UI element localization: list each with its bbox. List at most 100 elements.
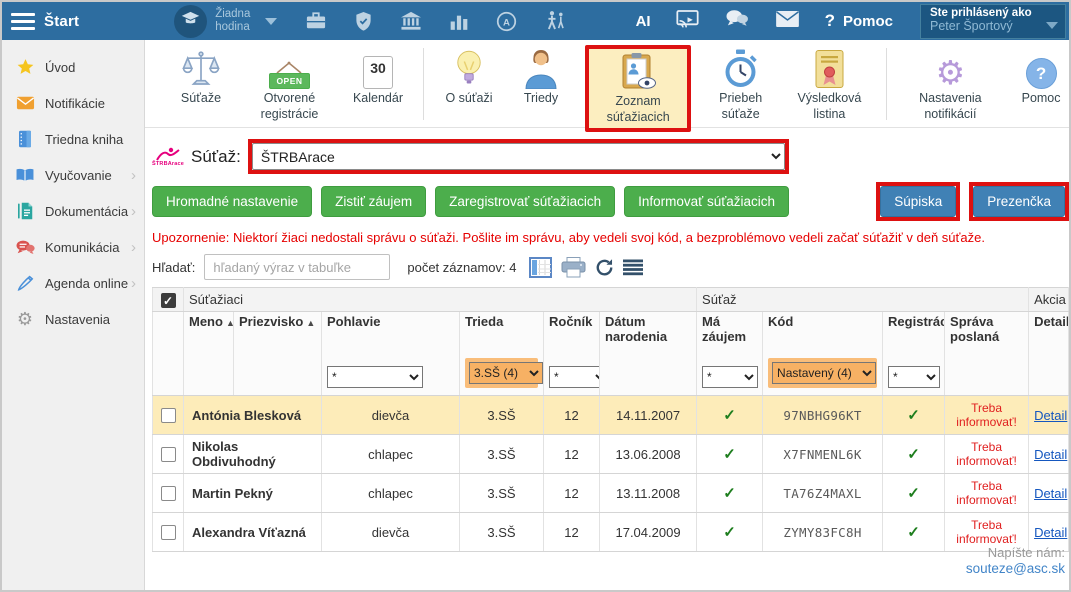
column-header-pohlavie[interactable]: Pohlavie * bbox=[322, 312, 460, 396]
chevron-down-icon[interactable] bbox=[265, 18, 277, 25]
filter-rocnik[interactable]: * bbox=[549, 366, 600, 388]
column-header-ma-zaujem[interactable]: Má záujem * bbox=[697, 312, 763, 396]
register-participants-button[interactable]: Zaregistrovať súťažiacich bbox=[435, 186, 615, 217]
user-prefix: Ste prihlásený ako bbox=[930, 7, 1056, 19]
filter-registracia[interactable]: * bbox=[888, 366, 940, 388]
sidebar-item-nastavenia[interactable]: ⚙ Nastavenia bbox=[2, 301, 144, 337]
question-circle-icon: ? bbox=[1026, 47, 1057, 91]
warning-message: Upozornenie: Niektorí žiaci nedostali sp… bbox=[152, 230, 1069, 245]
inform-participants-button[interactable]: Informovať súťažiacich bbox=[624, 186, 789, 217]
select-all-checkbox[interactable]: ✓ bbox=[161, 293, 176, 308]
row-checkbox[interactable] bbox=[161, 408, 176, 423]
bulk-settings-button[interactable]: Hromadné nastavenie bbox=[152, 186, 312, 217]
asc-logo-icon[interactable]: A bbox=[496, 11, 517, 32]
group-header-akcia: Akcia bbox=[1029, 288, 1069, 312]
content-area: ŠTRBArace Súťaž: ŠTRBArace Hromadné nast… bbox=[145, 128, 1071, 590]
toolbar-item-priebeh-sutaze[interactable]: Priebeh súťaže bbox=[707, 47, 774, 122]
check-interest-button[interactable]: Zistiť záujem bbox=[321, 186, 426, 217]
filter-pohlavie[interactable]: * bbox=[327, 366, 423, 388]
shield-check-icon[interactable] bbox=[354, 11, 373, 32]
column-header-meno[interactable]: Meno▲ bbox=[184, 312, 234, 396]
stopwatch-icon bbox=[722, 47, 759, 91]
cast-icon[interactable] bbox=[676, 9, 699, 34]
columns-icon[interactable] bbox=[529, 257, 552, 278]
sidebar-item-dokumentacia[interactable]: Dokumentácia › bbox=[2, 193, 144, 229]
sidebar-item-uvod[interactable]: Úvod bbox=[2, 49, 144, 85]
gear-icon: ⚙ bbox=[936, 47, 966, 91]
participant-class: 3.SŠ bbox=[460, 435, 544, 474]
user-name: Peter Športový bbox=[930, 19, 1056, 33]
lesson-badge[interactable] bbox=[174, 5, 207, 38]
column-header-registracia[interactable]: Registrácia * bbox=[883, 312, 945, 396]
attendance-button[interactable]: Prezenčka bbox=[973, 186, 1065, 217]
chevron-right-icon: › bbox=[131, 168, 136, 183]
chat-bubbles-icon bbox=[14, 239, 36, 256]
toolbar-item-o-sutazi[interactable]: O súťaži bbox=[441, 47, 497, 107]
toolbar-item-nastavenia-notifikacii[interactable]: ⚙ Nastavenia notifikácií bbox=[904, 47, 997, 122]
help-button[interactable]: ? Pomoc bbox=[825, 11, 893, 31]
sidebar-item-vyucovanie[interactable]: Vyučovanie › bbox=[2, 157, 144, 193]
refresh-icon[interactable] bbox=[595, 258, 614, 277]
filter-trieda[interactable]: 3.SŠ (4) bbox=[469, 362, 543, 384]
institution-icon[interactable] bbox=[400, 11, 422, 31]
user-menu[interactable]: Ste prihlásený ako Peter Športový bbox=[920, 4, 1066, 39]
question-mark-icon: ? bbox=[825, 11, 835, 31]
column-header-datum-narodenia[interactable]: Dátum narodenia bbox=[600, 312, 697, 396]
svg-text:A: A bbox=[503, 17, 510, 28]
toolbar-item-vysledkova-listina[interactable]: Výsledková listina bbox=[790, 47, 869, 122]
search-input[interactable] bbox=[204, 254, 390, 280]
column-header-trieda[interactable]: Trieda 3.SŠ (4) bbox=[460, 312, 544, 396]
strbarace-logo: ŠTRBArace bbox=[152, 147, 184, 167]
print-icon[interactable] bbox=[561, 257, 586, 278]
toolbar-item-kalendar[interactable]: 30 Kalendár bbox=[350, 47, 406, 107]
detail-link[interactable]: Detail bbox=[1034, 486, 1067, 501]
column-header-sprava-poslana[interactable]: Správa poslaná bbox=[945, 312, 1029, 396]
walking-people-icon[interactable] bbox=[544, 10, 567, 32]
row-checkbox[interactable] bbox=[161, 525, 176, 540]
filter-ma-zaujem[interactable]: * bbox=[702, 366, 758, 388]
lesson-status[interactable]: Žiadna hodina bbox=[215, 8, 261, 34]
competition-select[interactable]: ŠTRBArace bbox=[252, 143, 785, 170]
roster-button[interactable]: Súpiska bbox=[880, 186, 956, 217]
toolbar-item-otvorene-registracie[interactable]: OPEN Otvorené registrácie bbox=[245, 47, 334, 122]
participants-table: ✓ Súťažiaci Súťaž Akcia Meno▲ Priezvisko… bbox=[152, 287, 1069, 552]
chat-bubbles-icon[interactable] bbox=[724, 8, 750, 34]
envelope-icon[interactable] bbox=[775, 10, 800, 33]
detail-link[interactable]: Detail bbox=[1034, 525, 1067, 540]
list-icon[interactable] bbox=[623, 259, 643, 276]
toolbar-item-sutaze[interactable]: Súťaže bbox=[173, 47, 229, 107]
annotation-box-supiska: Súpiska bbox=[876, 182, 960, 221]
certificate-icon bbox=[814, 47, 845, 91]
briefcase-icon[interactable] bbox=[305, 11, 327, 31]
column-header-kod[interactable]: Kód Nastavený (4) bbox=[763, 312, 883, 396]
column-header-priezvisko[interactable]: Priezvisko▲ bbox=[234, 312, 322, 396]
sidebar-item-agenda-online[interactable]: Agenda online › bbox=[2, 265, 144, 301]
participant-gender: dievča bbox=[322, 396, 460, 435]
open-book-icon bbox=[14, 167, 36, 183]
column-header-rocnik[interactable]: Ročník * bbox=[544, 312, 600, 396]
start-menu[interactable]: Štart bbox=[44, 13, 79, 30]
message-status: Treba informovať! bbox=[945, 435, 1029, 474]
participant-class: 3.SŠ bbox=[460, 474, 544, 513]
row-checkbox[interactable] bbox=[161, 447, 176, 462]
bar-chart-icon[interactable] bbox=[449, 12, 469, 31]
column-header-detail[interactable]: Detail bbox=[1029, 312, 1069, 396]
row-checkbox[interactable] bbox=[161, 486, 176, 501]
sidebar-item-triedna-kniha[interactable]: Triedna kniha bbox=[2, 121, 144, 157]
chevron-down-icon bbox=[1046, 22, 1058, 29]
sidebar-item-notifikacie[interactable]: Notifikácie bbox=[2, 85, 144, 121]
sort-asc-icon: ▲ bbox=[226, 318, 234, 328]
actions-row: Hromadné nastavenie Zistiť záujem Zaregi… bbox=[152, 182, 1069, 221]
toolbar-item-zoznam-sutaziacich[interactable]: Zoznam súťažiacich bbox=[585, 45, 691, 132]
detail-link[interactable]: Detail bbox=[1034, 408, 1067, 423]
ai-button[interactable]: AI bbox=[636, 13, 651, 30]
toolbar-item-triedy[interactable]: Triedy bbox=[513, 47, 569, 107]
toolbar-item-pomoc[interactable]: ? Pomoc bbox=[1013, 47, 1069, 107]
contact-email-link[interactable]: souteze@asc.sk bbox=[966, 561, 1065, 576]
detail-link[interactable]: Detail bbox=[1034, 447, 1067, 462]
search-label: Hľadať: bbox=[152, 260, 195, 275]
sidebar-item-komunikacia[interactable]: Komunikácia › bbox=[2, 229, 144, 265]
participant-year: 12 bbox=[544, 513, 600, 552]
filter-kod[interactable]: Nastavený (4) bbox=[772, 362, 876, 384]
menu-icon[interactable] bbox=[11, 9, 35, 34]
